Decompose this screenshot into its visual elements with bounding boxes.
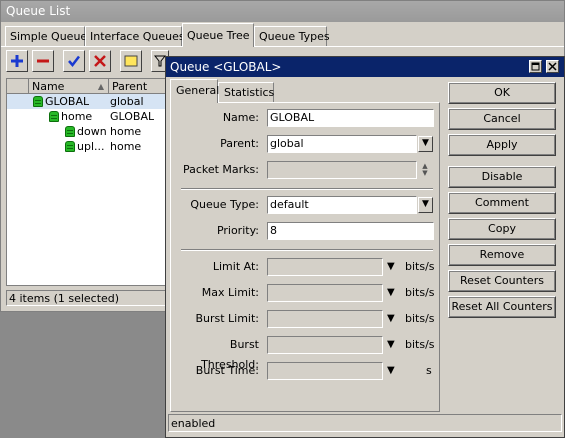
burst-time-label: Burst Time: [195,364,259,377]
max-limit-label: Max Limit: [201,286,259,299]
queue-type-label: Queue Type: [190,198,259,211]
max-limit-field[interactable] [267,284,383,302]
parent-dropdown-button[interactable]: ▼ [418,136,433,152]
tab-queue-tree[interactable]: Queue Tree [182,23,254,47]
tab-queue-types[interactable]: Queue Types [254,26,330,46]
remove-button[interactable] [32,50,54,72]
packet-marks-label: Packet Marks: [182,163,259,176]
reset-all-counters-button[interactable]: Reset All Counters [448,296,556,318]
ok-button[interactable]: OK [448,82,556,104]
limit-at-label: Limit At: [212,260,259,273]
tab-statistics[interactable]: Statistics [218,82,274,102]
queue-icon [33,96,43,107]
priority-field[interactable]: 8 [267,222,434,240]
disable-button[interactable]: Disable [448,166,556,188]
chevron-down-icon: ▼ [422,199,429,209]
chevron-down-icon: ▼ [422,138,429,148]
max-limit-unit: bits/s [405,286,435,299]
x-icon [94,55,106,67]
queue-list-title: Queue List [1,1,564,22]
max-limit-dropdown-icon[interactable]: ▼ [387,287,395,299]
queue-type-select[interactable]: default [267,196,417,214]
sort-arrow-icon: ▲ [97,82,104,91]
up-down-icon[interactable]: ▲ ▼ [420,163,430,177]
limit-at-unit: bits/s [405,260,435,273]
dialog-status: enabled [168,414,562,432]
add-button[interactable] [6,50,28,72]
table-row[interactable]: upl... home [7,139,180,154]
queue-dialog: Queue <GLOBAL> General Statistics Name: … [165,56,565,438]
maximize-icon [531,62,540,71]
remove-button[interactable]: Remove [448,244,556,266]
table-row[interactable]: GLOBAL global [7,94,180,109]
queue-icon [49,111,59,122]
priority-label: Priority: [216,224,259,237]
comment-button[interactable] [120,50,142,72]
burst-limit-field[interactable] [267,310,383,328]
name-column-header[interactable]: Name ▲ [29,79,109,94]
queue-tree-table: Name ▲ Parent GLOBAL global home GLOBAL … [6,78,181,286]
cancel-button[interactable]: Cancel [448,108,556,130]
close-icon [548,62,557,71]
packet-marks-field[interactable] [267,161,417,179]
name-field[interactable]: GLOBAL [267,109,434,127]
apply-button[interactable]: Apply [448,134,556,156]
burst-time-field[interactable] [267,362,383,380]
name-label: Name: [222,111,259,124]
tab-interface-queues[interactable]: Interface Queues [85,26,185,46]
tab-simple-queues[interactable]: Simple Queues [5,26,93,46]
plus-icon [11,55,23,67]
table-row[interactable]: down home [7,124,180,139]
queue-icon [65,141,75,152]
limit-at-dropdown-icon[interactable]: ▼ [387,261,395,273]
minus-icon [37,59,49,63]
burst-limit-dropdown-icon[interactable]: ▼ [387,313,395,325]
select-column-header[interactable] [7,79,29,94]
burst-threshold-label: Burst Threshold: [201,338,259,371]
maximize-button[interactable] [529,60,542,73]
dialog-title: Queue <GLOBAL> [166,57,564,77]
comment-button[interactable]: Comment [448,192,556,214]
burst-time-unit: s [426,364,432,377]
parent-label: Parent: [220,137,259,150]
limit-at-field[interactable] [267,258,383,276]
check-icon [68,55,80,67]
parent-select[interactable]: global [267,135,417,153]
burst-threshold-unit: bits/s [405,338,435,351]
note-icon [124,55,138,67]
queue-icon [65,126,75,137]
close-button[interactable] [546,60,559,73]
disable-button[interactable] [89,50,111,72]
burst-time-dropdown-icon[interactable]: ▼ [387,365,395,377]
enable-button[interactable] [63,50,85,72]
tab-general[interactable]: General [170,79,219,103]
copy-button[interactable]: Copy [448,218,556,240]
table-row[interactable]: home GLOBAL [7,109,180,124]
burst-threshold-field[interactable] [267,336,383,354]
queue-type-dropdown-button[interactable]: ▼ [418,197,433,213]
burst-limit-unit: bits/s [405,312,435,325]
general-panel: Name: GLOBAL Parent: global ▼ Packet Mar… [170,102,440,412]
reset-counters-button[interactable]: Reset Counters [448,270,556,292]
burst-threshold-dropdown-icon[interactable]: ▼ [387,339,395,351]
queue-list-status: 4 items (1 selected) [6,290,186,306]
burst-limit-label: Burst Limit: [195,312,259,325]
